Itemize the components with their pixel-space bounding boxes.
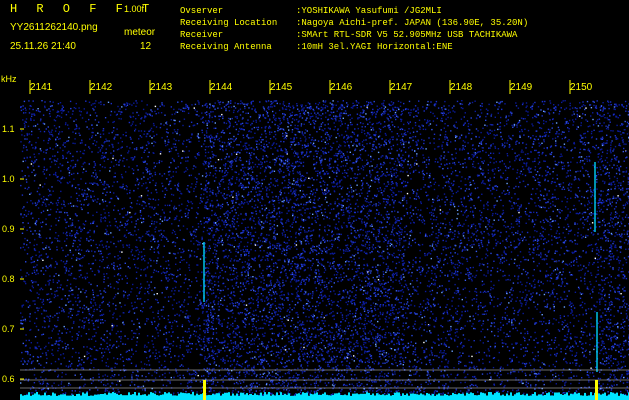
capture-datetime: 25.11.26 21:40 — [10, 41, 76, 52]
info-value-receiver: :SMArt RTL-SDR V5 52.905MHz USB TACHIKAW… — [296, 30, 518, 40]
info-key-observer: Ovserver — [180, 6, 224, 16]
info-key-location: Receiving Location — [180, 18, 278, 28]
y-tick-label: 0.9 — [2, 224, 15, 234]
image-filename: YY2611262140.png — [10, 22, 98, 33]
meteor-label: meteor — [124, 27, 156, 38]
x-tick-label: 2148 — [450, 82, 473, 93]
y-tick-label: 1.1 — [2, 124, 15, 134]
spectrogram-canvas — [20, 72, 629, 400]
info-key-receiver: Receiver — [180, 30, 224, 40]
baseline-spike — [595, 380, 598, 400]
info-key-antenna: Receiving Antenna — [180, 42, 272, 52]
x-tick-label: 2141 — [30, 82, 53, 93]
x-tick-label: 2146 — [330, 82, 353, 93]
meteor-count: 12 — [140, 41, 152, 52]
y-tick-label: 1.0 — [2, 174, 15, 184]
x-tick-label: 2145 — [270, 82, 293, 93]
info-value-antenna: :10mH 3el.YAGI Horizontal:ENE — [296, 42, 453, 52]
y-tick-label: 0.6 — [2, 374, 15, 384]
x-tick-label: 2150 — [570, 82, 593, 93]
info-value-location: :Nagoya Aichi-pref. JAPAN (136.90E, 35.2… — [296, 18, 529, 28]
app-version: 1.00f — [124, 4, 145, 14]
header-panel: H R O F F T 1.00f YY2611262140.png 25.11… — [0, 0, 629, 72]
x-tick-label: 2147 — [390, 82, 413, 93]
x-tick-label: 2143 — [150, 82, 173, 93]
spectrogram-background — [20, 72, 629, 400]
y-axis-unit: kHz — [1, 74, 17, 84]
spectrogram-plot — [20, 72, 629, 400]
x-tick-label: 2149 — [510, 82, 533, 93]
x-tick-label: 2144 — [210, 82, 233, 93]
x-tick-label: 2142 — [90, 82, 113, 93]
info-value-observer: :YOSHIKAWA Yasufumi /JG2MLI — [296, 6, 442, 16]
baseline-spike — [203, 380, 206, 400]
y-tick-label: 0.7 — [2, 324, 15, 334]
y-tick-label: 0.8 — [2, 274, 15, 284]
